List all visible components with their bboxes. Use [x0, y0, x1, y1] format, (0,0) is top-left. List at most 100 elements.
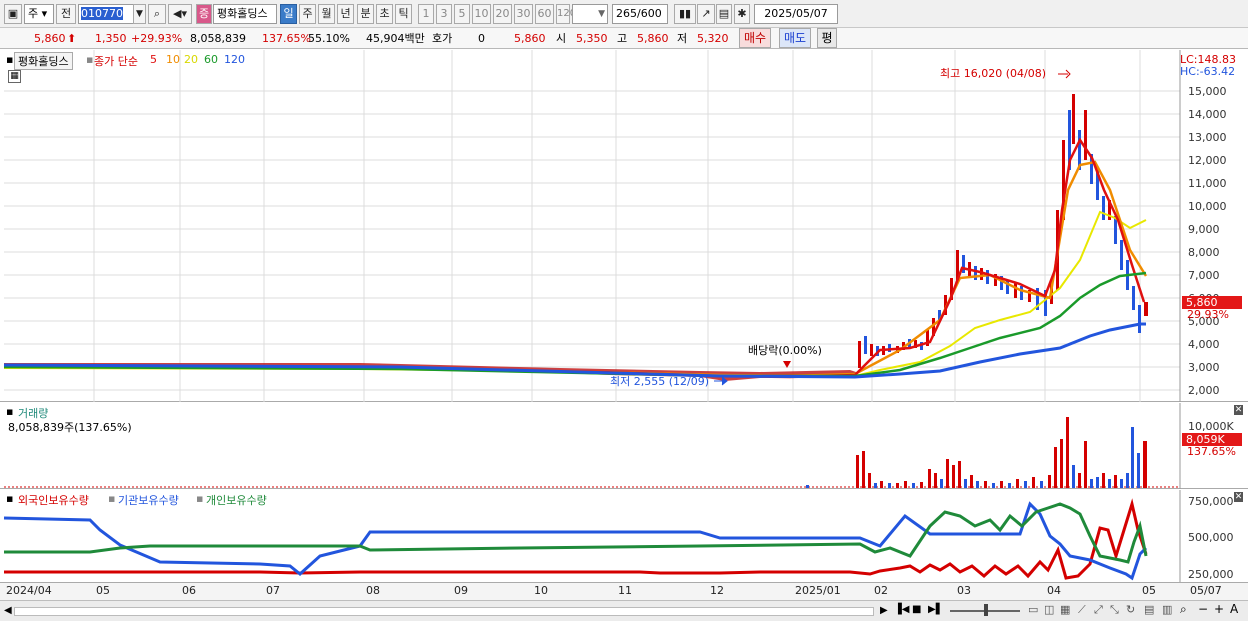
- indicator-icon[interactable]: ⤡: [1110, 603, 1119, 617]
- ma-20: 20: [184, 53, 198, 66]
- holding-menu-icon[interactable]: ▪: [6, 492, 13, 505]
- step-10[interactable]: 10: [472, 4, 491, 24]
- window-menu-icon[interactable]: ▣: [4, 4, 22, 24]
- pane-menu-icon[interactable]: ▪: [6, 53, 13, 66]
- y-tick: 8,000: [1188, 246, 1220, 259]
- step-5[interactable]: 5: [454, 4, 470, 24]
- step-120[interactable]: 120: [556, 4, 576, 24]
- window-layout-icon[interactable]: ▭: [1028, 603, 1038, 616]
- step-20[interactable]: 20: [493, 4, 512, 24]
- trend-icon[interactable]: ⤢: [1094, 603, 1103, 617]
- step-3[interactable]: 3: [436, 4, 452, 24]
- price-change-pct: +29.93%: [131, 32, 183, 45]
- step-1[interactable]: 1: [418, 4, 434, 24]
- ma-menu-icon[interactable]: ▪: [86, 53, 93, 66]
- main-toolbar: ▣ 주 ▾ 전 010770 ▼ ⌕ ◀▾ 증 평화홀딩스 일 주 월 년 분 …: [0, 0, 1248, 28]
- price-chart-svg[interactable]: [0, 50, 1248, 402]
- y-tick: 9,000: [1188, 223, 1220, 236]
- date-input[interactable]: 2025/05/07: [754, 4, 838, 24]
- sell-button[interactable]: 매도: [779, 28, 811, 48]
- low-label: 저: [677, 32, 688, 45]
- candle-type-icon[interactable]: ▮▮: [674, 4, 696, 24]
- dividend-note: 배당락(0.00%): [748, 344, 822, 357]
- x-tick: 09: [454, 584, 468, 597]
- holding-y-tick: 750,000: [1188, 495, 1234, 508]
- ma5-line: [3, 137, 1146, 379]
- zoom-in-icon[interactable]: +: [1214, 602, 1224, 616]
- scroll-right-icon[interactable]: ▶: [880, 605, 888, 616]
- draw-tool-icon[interactable]: ↗: [697, 4, 715, 24]
- buy-button[interactable]: 매수: [739, 28, 771, 48]
- low-price: 5,320: [697, 32, 729, 45]
- low-note: 최저 2,555 (12/09): [610, 375, 710, 388]
- table-icon[interactable]: ▤: [1144, 603, 1154, 616]
- custom-step-input[interactable]: ▼: [572, 4, 608, 24]
- price-grid: [4, 50, 1180, 402]
- last-page-icon[interactable]: ▶▌: [928, 604, 943, 615]
- y-tick: 13,000: [1188, 131, 1227, 144]
- save-icon[interactable]: ▤: [716, 4, 732, 24]
- individual-menu-icon[interactable]: ▪: [196, 492, 203, 505]
- speaker-icon[interactable]: ◀▾: [168, 4, 192, 24]
- ask-label: 호가: [432, 32, 453, 45]
- draw-line-icon[interactable]: ⟋: [1078, 603, 1086, 617]
- high-price: 5,860: [637, 32, 669, 45]
- average-button[interactable]: 평: [817, 28, 837, 48]
- settings-gear-icon[interactable]: ✱: [734, 4, 750, 24]
- stock-code-value: 010770: [81, 7, 123, 20]
- ma-60: 60: [204, 53, 218, 66]
- period-tick[interactable]: 틱: [395, 4, 412, 24]
- period-day[interactable]: 일: [280, 4, 297, 24]
- prev-button[interactable]: 전: [56, 4, 76, 24]
- institution-menu-icon[interactable]: ▪: [108, 492, 115, 505]
- open-label: 시: [556, 32, 567, 45]
- font-size-icon[interactable]: A: [1230, 602, 1238, 616]
- period-minute[interactable]: 분: [357, 4, 374, 24]
- x-tick: 05: [1142, 584, 1156, 597]
- split-icon[interactable]: ◫: [1044, 603, 1054, 616]
- ma-label: 종가 단순: [94, 55, 138, 68]
- count-input[interactable]: 265/600: [612, 4, 668, 24]
- search-icon[interactable]: ⌕: [148, 4, 166, 24]
- close-holding-pane-icon[interactable]: ✕: [1234, 492, 1243, 502]
- stock-label[interactable]: 평화홀딩스: [14, 52, 73, 70]
- volume-menu-icon[interactable]: ▪: [6, 405, 13, 418]
- stop-icon[interactable]: ■: [912, 604, 921, 615]
- holding-y-tick: 250,000: [1188, 568, 1234, 581]
- x-tick: 08: [366, 584, 380, 597]
- up-arrow-icon: ⬆: [67, 32, 77, 45]
- refresh-icon[interactable]: ↻: [1126, 603, 1135, 616]
- close-volume-pane-icon[interactable]: ✕: [1234, 405, 1243, 415]
- period-year[interactable]: 년: [337, 4, 354, 24]
- step-60[interactable]: 60: [535, 4, 554, 24]
- zoom-slider-handle[interactable]: [984, 604, 988, 616]
- y-tick: 15,000: [1188, 85, 1227, 98]
- candle-series: [858, 94, 1148, 368]
- current-price: 5,860: [34, 32, 66, 45]
- grid-icon[interactable]: ▦: [1060, 603, 1070, 616]
- period-week[interactable]: 주: [299, 4, 316, 24]
- scroll-left-icon[interactable]: ◀: [4, 605, 12, 616]
- hc-value: HC:-63.42: [1180, 65, 1236, 78]
- ma-10: 10: [166, 53, 180, 66]
- x-tick: 05: [96, 584, 110, 597]
- holding-pane: ▪ 외국인보유수량 ▪ 기관보유수량 ▪ 개인보유수량 ✕ 750,000 50…: [0, 490, 1248, 582]
- period-second[interactable]: 초: [376, 4, 393, 24]
- zoom-search-icon[interactable]: ⌕: [1180, 602, 1187, 617]
- stock-name[interactable]: 평화홀딩스: [213, 4, 277, 24]
- market-select[interactable]: 주 ▾: [24, 4, 54, 24]
- step-30[interactable]: 30: [514, 4, 533, 24]
- foreign-holding-legend: 외국인보유수량: [18, 494, 89, 507]
- ask-price: 5,860: [514, 32, 546, 45]
- institution-holding-legend: 기관보유수량: [118, 494, 179, 507]
- calculator-icon[interactable]: ▦: [8, 70, 21, 83]
- bars-icon[interactable]: ▥: [1162, 603, 1172, 616]
- y-tick: 4,000: [1188, 338, 1220, 351]
- volume-chart-svg[interactable]: [0, 403, 1248, 489]
- horizontal-scrollbar[interactable]: [14, 607, 874, 616]
- holding-chart-svg[interactable]: [0, 490, 1248, 582]
- zoom-out-icon[interactable]: −: [1198, 602, 1208, 616]
- code-dropdown-icon[interactable]: ▼: [133, 4, 146, 24]
- first-page-icon[interactable]: ▐◀: [894, 604, 909, 615]
- period-month[interactable]: 월: [318, 4, 335, 24]
